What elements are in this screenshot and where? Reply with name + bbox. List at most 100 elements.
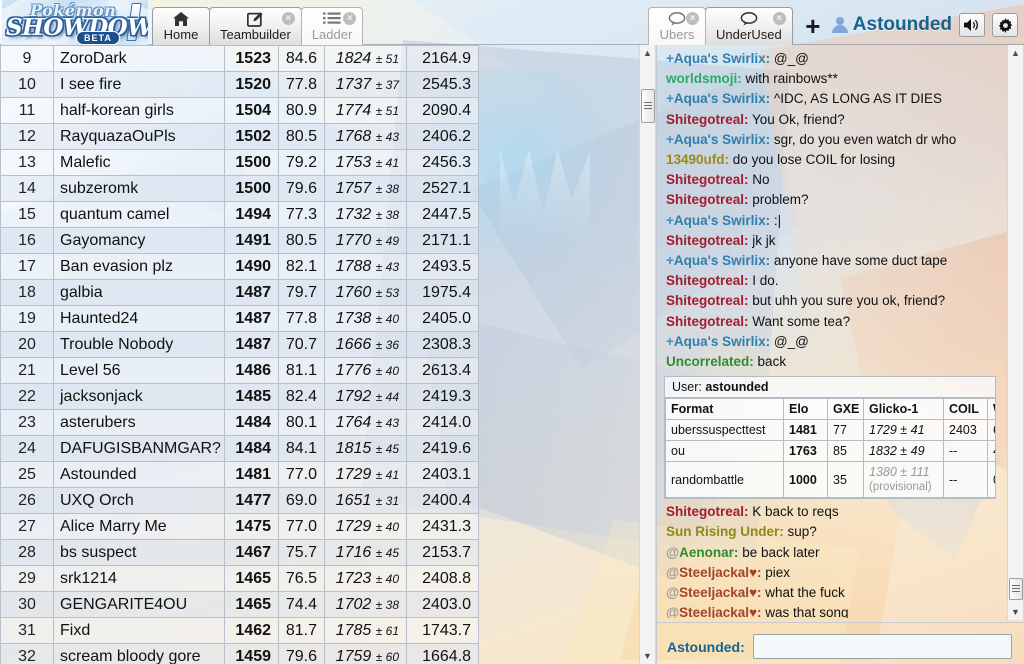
username-label[interactable]: Astounded bbox=[853, 14, 952, 36]
tab-ladder-close-icon[interactable]: × bbox=[343, 12, 357, 25]
ladder-row[interactable]: 29 srk1214 1465 76.5 1723 ± 40 2408.8 bbox=[0, 565, 640, 592]
ladder-cell-coil: 1664.8 bbox=[406, 643, 479, 664]
ladder-row[interactable]: 10 I see fire 1520 77.8 1737 ± 37 2545.3 bbox=[0, 71, 640, 98]
tab-teambuilder[interactable]: × Teambuilder bbox=[209, 7, 302, 45]
ladder-cell-gxe: 76.5 bbox=[278, 565, 325, 592]
ladder-cell-coil: 2527.1 bbox=[406, 175, 479, 202]
chat-username[interactable]: Shitegotreal: bbox=[666, 192, 749, 207]
chat-username[interactable]: Steeljackal♥: bbox=[679, 565, 761, 580]
ladder-row[interactable]: 11 half-korean girls 1504 80.9 1774 ± 51 2090… bbox=[0, 97, 640, 124]
chat-username[interactable]: Shitegotreal: bbox=[666, 314, 749, 329]
chat-username[interactable]: Shitegotreal: bbox=[666, 273, 749, 288]
ladder-row[interactable]: 28 bs suspect 1467 75.7 1716 ± 45 2153.7 bbox=[0, 539, 640, 566]
ladder-cell-rank: 14 bbox=[0, 175, 54, 202]
ladder-row[interactable]: 20 Trouble Nobody 1487 70.7 1666 ± 36 2308.3 bbox=[0, 331, 640, 358]
chat-username[interactable]: Aqua's Swirlix: bbox=[674, 334, 770, 349]
tab-home[interactable]: Home bbox=[152, 7, 210, 45]
ladder-cell-rank: 31 bbox=[0, 617, 54, 644]
ladder-row[interactable]: 15 quantum camel 1494 77.3 1732 ± 38 2447.5 bbox=[0, 201, 640, 228]
ladder-row[interactable]: 12 RayquazaOuPls 1502 80.5 1768 ± 43 2406.2 bbox=[0, 123, 640, 150]
tab-ubers-label: Ubers bbox=[659, 27, 695, 42]
ladder-row[interactable]: 26 UXQ Orch 1477 69.0 1651 ± 31 2400.4 bbox=[0, 487, 640, 514]
ladder-row[interactable]: 31 Fixd 1462 81.7 1785 ± 61 1743.7 bbox=[0, 617, 640, 644]
ladder-cell-glicko: 1768 ± 43 bbox=[324, 123, 407, 150]
chat-scroll-down-icon[interactable]: ▼ bbox=[1008, 604, 1023, 620]
chat-username[interactable]: worldsmoji: bbox=[666, 71, 742, 86]
ladder-cell-elo: 1465 bbox=[224, 591, 279, 618]
ladder-row[interactable]: 18 galbia 1487 79.7 1760 ± 53 1975.4 bbox=[0, 279, 640, 306]
ladder-cell-rank: 13 bbox=[0, 149, 54, 176]
chat-username[interactable]: 13490ufd: bbox=[666, 152, 729, 167]
scroll-up-icon[interactable]: ▲ bbox=[640, 45, 655, 61]
app-logo[interactable]: Pokémon SHOWDOWN BETA bbox=[2, 0, 148, 45]
ladder-cell-pad bbox=[479, 514, 640, 540]
ladder-cell-gxe: 79.6 bbox=[278, 175, 325, 202]
chat-message: +Aqua's Swirlix: @_@ bbox=[660, 332, 1006, 352]
ladder-cell-name: jacksonjack bbox=[53, 383, 225, 410]
chat-input[interactable] bbox=[752, 634, 1012, 659]
chat-scroll-thumb[interactable] bbox=[1009, 578, 1023, 600]
user-ratings-table: Format Elo GXE Glicko-1 COIL W uberssusp… bbox=[665, 398, 995, 499]
chat-username[interactable]: Steeljackal♥: bbox=[679, 585, 761, 600]
ladder-cell-glicko: 1651 ± 31 bbox=[324, 487, 407, 514]
ladder-row[interactable]: 13 Malefic 1500 79.2 1753 ± 41 2456.3 bbox=[0, 149, 640, 176]
ladder-cell-rank: 24 bbox=[0, 435, 54, 462]
ladder-row[interactable]: 32 scream bloody gore 1459 79.6 1759 ± 60 166… bbox=[0, 643, 640, 664]
tab-teambuilder-close-icon[interactable]: × bbox=[281, 12, 295, 25]
add-tab-button[interactable]: + bbox=[796, 9, 830, 43]
tab-underused-close-icon[interactable]: × bbox=[772, 12, 786, 25]
chat-username[interactable]: Shitegotreal: bbox=[666, 293, 749, 308]
ladder-cell-gxe: 77.8 bbox=[278, 305, 325, 332]
tab-underused[interactable]: × UnderUsed bbox=[705, 7, 793, 45]
ratings-col-w: W bbox=[987, 398, 995, 421]
tab-ladder[interactable]: × Ladder bbox=[300, 7, 364, 45]
scroll-down-icon[interactable]: ▼ bbox=[640, 648, 655, 664]
chat-scrollbar[interactable]: ▲ ▼ bbox=[1007, 45, 1024, 620]
ladder-row[interactable]: 23 asterubers 1484 80.1 1764 ± 43 2414.0 bbox=[0, 409, 640, 436]
chat-username[interactable]: Uncorrelated: bbox=[666, 354, 754, 369]
ladder-cell-elo: 1500 bbox=[224, 149, 279, 176]
ladder-row[interactable]: 21 Level 56 1486 81.1 1776 ± 40 2613.4 bbox=[0, 357, 640, 384]
ratings-cell-gxe: 85 bbox=[827, 440, 864, 463]
ladder-row[interactable]: 25 Astounded 1481 77.0 1729 ± 41 2403.1 bbox=[0, 461, 640, 488]
chat-username[interactable]: Aqua's Swirlix: bbox=[674, 91, 770, 106]
ratings-row: randombattle 1000 35 1380 ± 111 (provisional… bbox=[665, 461, 995, 499]
ratings-cell-format: randombattle bbox=[665, 461, 784, 499]
ladder-row[interactable]: 27 Alice Marry Me 1475 77.0 1729 ± 40 2431.3 bbox=[0, 513, 640, 540]
ratings-col-glicko: Glicko-1 bbox=[863, 398, 944, 421]
ladder-row[interactable]: 17 Ban evasion plz 1490 82.1 1788 ± 43 2493.5 bbox=[0, 253, 640, 280]
chat-username[interactable]: Steeljackal♥: bbox=[679, 605, 761, 618]
logo-beta-badge: BETA bbox=[76, 31, 120, 45]
tab-ubers-close-icon[interactable]: × bbox=[686, 12, 700, 25]
chat-username[interactable]: Aqua's Swirlix: bbox=[674, 253, 770, 268]
ladder-row[interactable]: 9 ZoroDark 1523 84.6 1824 ± 51 2164.9 bbox=[0, 45, 640, 72]
chat-username[interactable]: Aenonar: bbox=[679, 545, 738, 560]
ladder-row[interactable]: 30 GENGARITE4OU 1465 74.4 1702 ± 38 2403.0 bbox=[0, 591, 640, 618]
ladder-cell-gxe: 69.0 bbox=[278, 487, 325, 514]
chat-username[interactable]: Sun Rising Under: bbox=[666, 524, 784, 539]
tab-ubers[interactable]: × Ubers bbox=[648, 7, 707, 45]
chat-scroll-up-icon[interactable]: ▲ bbox=[1008, 45, 1023, 61]
chat-username[interactable]: Aqua's Swirlix: bbox=[674, 213, 770, 228]
ladder-row[interactable]: 24 DAFUGISBANMGAR? 1484 84.1 1815 ± 45 2419.6 bbox=[0, 435, 640, 462]
chat-username[interactable]: Shitegotreal: bbox=[666, 504, 749, 519]
ladder-row[interactable]: 19 Haunted24 1487 77.8 1738 ± 40 2405.0 bbox=[0, 305, 640, 332]
chat-username[interactable]: Shitegotreal: bbox=[666, 172, 749, 187]
ladder-cell-name: Gayomancy bbox=[53, 227, 225, 254]
ladder-row[interactable]: 22 jacksonjack 1485 82.4 1792 ± 44 2419.3 bbox=[0, 383, 640, 410]
ladder-cell-gxe: 70.7 bbox=[278, 331, 325, 358]
ladder-row[interactable]: 14 subzeromk 1500 79.6 1757 ± 38 2527.1 bbox=[0, 175, 640, 202]
ratings-cell-glicko: 1832 ± 49 bbox=[863, 440, 944, 463]
speaker-icon[interactable] bbox=[959, 13, 985, 37]
ladder-scrollbar[interactable]: ▲ ▼ bbox=[639, 45, 656, 664]
gear-icon[interactable] bbox=[992, 13, 1018, 37]
ladder-cell-name: subzeromk bbox=[53, 175, 225, 202]
chat-username[interactable]: Shitegotreal: bbox=[666, 112, 749, 127]
chat-username[interactable]: Aqua's Swirlix: bbox=[674, 132, 770, 147]
ladder-row[interactable]: 16 Gayomancy 1491 80.5 1770 ± 49 2171.1 bbox=[0, 227, 640, 254]
chat-text: Want some tea? bbox=[752, 313, 851, 329]
chat-panel: +Aqua's Swirlix: @_@ worldsmoji: with rai… bbox=[657, 45, 1024, 664]
ladder-scroll-thumb[interactable] bbox=[641, 89, 655, 123]
chat-username[interactable]: Aqua's Swirlix: bbox=[674, 51, 770, 66]
chat-username[interactable]: Shitegotreal: bbox=[666, 233, 749, 248]
